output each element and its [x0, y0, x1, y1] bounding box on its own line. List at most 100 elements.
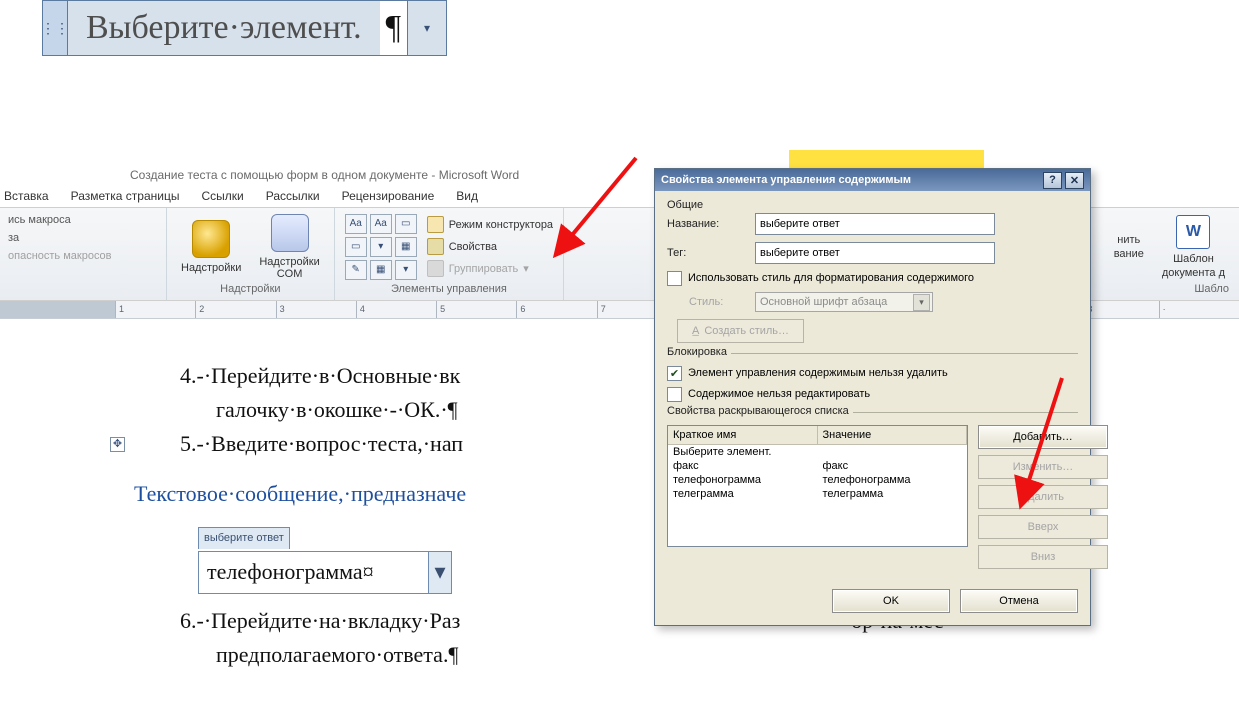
chevron-down-icon: ▾ — [913, 294, 930, 311]
group-label: Группировать — [449, 263, 519, 275]
properties-button[interactable]: Свойства — [427, 238, 553, 255]
doc-line-6a: 6.-·Перейдите·на·вкладку·Раз — [180, 608, 460, 633]
tab-insert[interactable]: Вставка — [4, 189, 49, 203]
addins-button[interactable]: Надстройки — [177, 220, 245, 274]
properties-label: Свойства — [449, 241, 497, 253]
controls-gallery[interactable]: Aa Aa ▭ ▭ ▾ ▦ ✎ ▦ ▾ — [345, 214, 417, 280]
rich-text-control-icon[interactable]: Aa — [345, 214, 367, 234]
edit-button: Изменить… — [978, 455, 1108, 479]
doc-line-6c: предполагаемого·ответа.¶ — [180, 638, 1239, 672]
combo-control-icon[interactable]: ▭ — [345, 237, 367, 257]
design-mode-button[interactable]: Режим конструктора — [427, 216, 553, 233]
macro-security-fragment[interactable]: опасность макросов — [8, 250, 158, 262]
gear-icon — [271, 214, 309, 252]
cancel-button[interactable]: Отмена — [960, 589, 1078, 613]
name-label: Название: — [667, 218, 747, 230]
group-lock-label: Блокировка — [667, 346, 731, 358]
gear-icon — [192, 220, 230, 258]
new-style-label: Создать стиль… — [704, 325, 789, 337]
inline-content-control[interactable]: выберите ответ телефонограмма¤ ▾ — [198, 517, 452, 593]
picture-control-icon[interactable]: ▭ — [395, 214, 417, 234]
tab-mailings[interactable]: Рассылки — [266, 189, 320, 203]
plain-text-control-icon[interactable]: Aa — [370, 214, 392, 234]
content-control-value[interactable]: телефонограмма¤ — [199, 552, 428, 592]
word-file-icon: W — [1176, 215, 1210, 249]
macro-pause-fragment[interactable]: за — [8, 232, 158, 244]
doc-line-4a: 4.-·Перейдите·в·Основные·вк — [180, 363, 460, 388]
use-style-checkbox[interactable] — [667, 271, 682, 286]
protect-fragment-b: вание — [1114, 248, 1144, 260]
add-button[interactable]: Добавить… — [978, 425, 1108, 449]
design-mode-icon — [427, 216, 444, 233]
macros-group: ись макроса за опасность макросов — [0, 208, 167, 300]
templates-group-label: Шабло — [1110, 283, 1229, 298]
tab-review[interactable]: Рецензирование — [342, 189, 435, 203]
new-style-button: A̲ Создать стиль… — [677, 319, 804, 343]
list-item[interactable]: телефонограммателефонограмма — [668, 473, 967, 487]
name-input[interactable] — [755, 213, 995, 235]
group-common-label: Общие — [667, 199, 707, 211]
style-select: Основной шрифт абзаца ▾ — [755, 292, 933, 312]
content-control-top: ⋮⋮ Выберите·элемент. ¶ ▾ — [42, 0, 447, 56]
ok-button[interactable]: OK — [832, 589, 950, 613]
design-mode-label: Режим конструктора — [449, 219, 553, 231]
list-item[interactable]: телеграммателеграмма — [668, 487, 967, 501]
group-icon — [427, 260, 444, 277]
move-up-button: Вверх — [978, 515, 1108, 539]
template-label-a: Шаблон — [1173, 253, 1214, 265]
building-block-control-icon[interactable]: ▦ — [370, 260, 392, 280]
template-label-b: документа д — [1162, 267, 1225, 279]
tab-page-layout[interactable]: Разметка страницы — [71, 189, 180, 203]
macro-record-fragment[interactable]: ись макроса — [8, 214, 158, 226]
help-button[interactable]: ? — [1043, 172, 1062, 189]
content-control-tag[interactable]: выберите ответ — [198, 527, 290, 549]
pilcrow-icon: ¶ — [380, 1, 407, 55]
tag-label: Тег: — [667, 247, 747, 259]
list-item[interactable]: факсфакс — [668, 459, 967, 473]
addins-group-label: Надстройки — [177, 283, 324, 298]
addins-label: Надстройки — [181, 262, 241, 274]
lock-edit-checkbox[interactable] — [667, 387, 682, 402]
style-label: Стиль: — [689, 296, 747, 308]
group-list-label: Свойства раскрывающегося списка — [667, 405, 853, 417]
style-select-value: Основной шрифт абзаца — [760, 296, 887, 308]
dialog-titlebar[interactable]: Свойства элемента управления содержимым … — [655, 169, 1090, 191]
addins-group: Надстройки Надстройки COM Надстройки — [167, 208, 335, 300]
col-display-name[interactable]: Краткое имя — [668, 426, 818, 444]
dropdown-arrow-icon[interactable]: ▾ — [407, 1, 446, 55]
doc-blue-line-a: Текстовое·сообщение,·предназначе — [134, 481, 466, 506]
delete-button: Удалить — [978, 485, 1108, 509]
group-button: Группировать ▾ — [427, 260, 553, 277]
dropdown-entries-list[interactable]: Краткое имя Значение Выберите элемент.фа… — [667, 425, 968, 547]
content-control-placeholder[interactable]: Выберите·элемент. — [68, 1, 380, 55]
controls-group-label: Элементы управления — [345, 283, 553, 298]
new-style-icon: A̲ — [692, 325, 699, 337]
lock-delete-label: Элемент управления содержимым нельзя уда… — [688, 366, 1078, 381]
lock-edit-label: Содержимое нельзя редактировать — [688, 387, 1078, 402]
content-control-properties-dialog: Свойства элемента управления содержимым … — [654, 168, 1091, 626]
content-control-grip-icon[interactable]: ⋮⋮ — [43, 1, 68, 55]
properties-icon — [427, 238, 444, 255]
com-addins-label: Надстройки COM — [259, 256, 319, 280]
close-button[interactable]: ✕ — [1065, 172, 1084, 189]
tab-references[interactable]: Ссылки — [201, 189, 243, 203]
lock-delete-checkbox[interactable]: ✔ — [667, 366, 682, 381]
protect-fragment-button[interactable]: нить вание — [1110, 234, 1148, 260]
col-value[interactable]: Значение — [818, 426, 968, 444]
tag-input[interactable] — [755, 242, 995, 264]
use-style-label: Использовать стиль для форматирования со… — [688, 271, 1078, 286]
protect-fragment-a: нить — [1117, 234, 1140, 246]
dropdown-control-icon[interactable]: ▾ — [370, 237, 392, 257]
com-addins-button[interactable]: Надстройки COM — [255, 214, 323, 280]
move-down-button: Вниз — [978, 545, 1108, 569]
document-template-button[interactable]: W Шаблон документа д — [1158, 215, 1229, 279]
more-controls-icon[interactable]: ▾ — [395, 260, 417, 280]
legacy-tools-icon[interactable]: ✎ — [345, 260, 367, 280]
list-item[interactable]: Выберите элемент. — [668, 445, 967, 459]
object-anchor-icon[interactable]: ✥ — [110, 437, 125, 452]
dialog-title: Свойства элемента управления содержимым — [661, 174, 911, 186]
chevron-down-icon: ▾ — [523, 262, 529, 275]
tab-view[interactable]: Вид — [456, 189, 478, 203]
date-control-icon[interactable]: ▦ — [395, 237, 417, 257]
dropdown-arrow-icon[interactable]: ▾ — [428, 552, 451, 592]
